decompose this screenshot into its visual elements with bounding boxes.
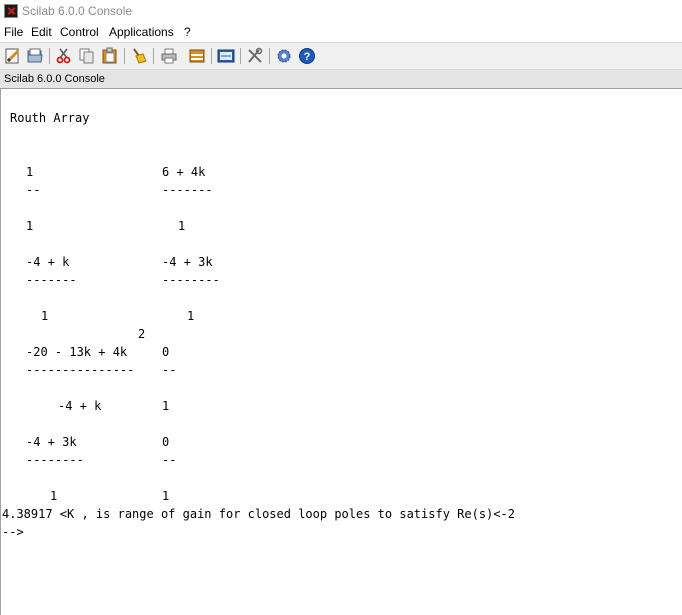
- routh-cell: -20 - 13k + 4k: [26, 345, 128, 359]
- routh-cell: 1: [50, 489, 58, 503]
- routh-cell: 1: [41, 309, 49, 323]
- routh-divider: -------: [26, 273, 77, 287]
- routh-cell: 1: [178, 219, 186, 233]
- result-line: 4.38917 <K , is range of gain for closed…: [2, 507, 515, 521]
- menu-applications[interactable]: Applications: [109, 25, 174, 40]
- menu-help[interactable]: ?: [184, 25, 191, 40]
- toolbar: ?: [0, 42, 682, 70]
- routh-divider: --------: [26, 453, 84, 467]
- clear-console-icon[interactable]: [130, 47, 148, 65]
- routh-cell: 1: [162, 489, 170, 503]
- routh-divider: --: [162, 453, 177, 467]
- routh-cell: 1: [26, 165, 34, 179]
- scilab-console-window: Scilab 6.0.0 Console File Edit Control A…: [0, 0, 682, 615]
- routh-cell: 6 + 4k: [162, 165, 206, 179]
- routh-exponent: 2: [138, 327, 146, 341]
- routh-cell: 1: [187, 309, 195, 323]
- help-icon[interactable]: ?: [298, 47, 316, 65]
- routh-cell: -4 + k: [26, 255, 70, 269]
- paste-icon[interactable]: [101, 47, 119, 65]
- routh-cell: 0: [162, 435, 170, 449]
- menu-control[interactable]: Control: [60, 25, 99, 40]
- svg-text:?: ?: [304, 51, 311, 63]
- routh-cell: 1: [26, 219, 34, 233]
- sciNotes-icon[interactable]: [217, 47, 235, 65]
- routh-cell: -4 + k: [58, 399, 102, 413]
- variable-browser-icon[interactable]: [188, 47, 206, 65]
- menu-edit[interactable]: Edit: [31, 25, 52, 40]
- routh-divider: --: [26, 183, 41, 197]
- preferences-icon[interactable]: [275, 47, 293, 65]
- scilab-logo-icon: [4, 4, 18, 18]
- routh-cell: 0: [162, 345, 170, 359]
- console-header: Scilab 6.0.0 Console: [0, 70, 682, 89]
- print-icon[interactable]: [160, 47, 178, 65]
- module-manager-icon[interactable]: [246, 47, 264, 65]
- console-heading: Routh Array: [10, 111, 90, 125]
- routh-divider: ---------------: [26, 363, 135, 377]
- routh-divider: --: [162, 363, 177, 377]
- console-output[interactable]: Routh Array 1 6 + 4k -- ------- 1 1 -4 +…: [0, 89, 682, 615]
- routh-cell: 1: [162, 399, 170, 413]
- routh-cell: -4 + 3k: [26, 435, 77, 449]
- routh-divider: -------: [162, 183, 213, 197]
- title-bar: Scilab 6.0.0 Console: [0, 0, 682, 23]
- menu-bar: File Edit Control Applications ?: [0, 23, 682, 42]
- copy-icon[interactable]: [78, 47, 96, 65]
- console-prompt[interactable]: -->: [2, 525, 24, 539]
- console-tab-title: Scilab 6.0.0 Console: [4, 73, 105, 85]
- cut-icon[interactable]: [55, 47, 73, 65]
- menu-file[interactable]: File: [4, 25, 23, 40]
- routh-cell: -4 + 3k: [162, 255, 213, 269]
- routh-divider: --------: [162, 273, 220, 287]
- open-folder-icon[interactable]: [26, 47, 44, 65]
- new-script-icon[interactable]: [4, 47, 22, 65]
- window-title: Scilab 6.0.0 Console: [22, 4, 133, 18]
